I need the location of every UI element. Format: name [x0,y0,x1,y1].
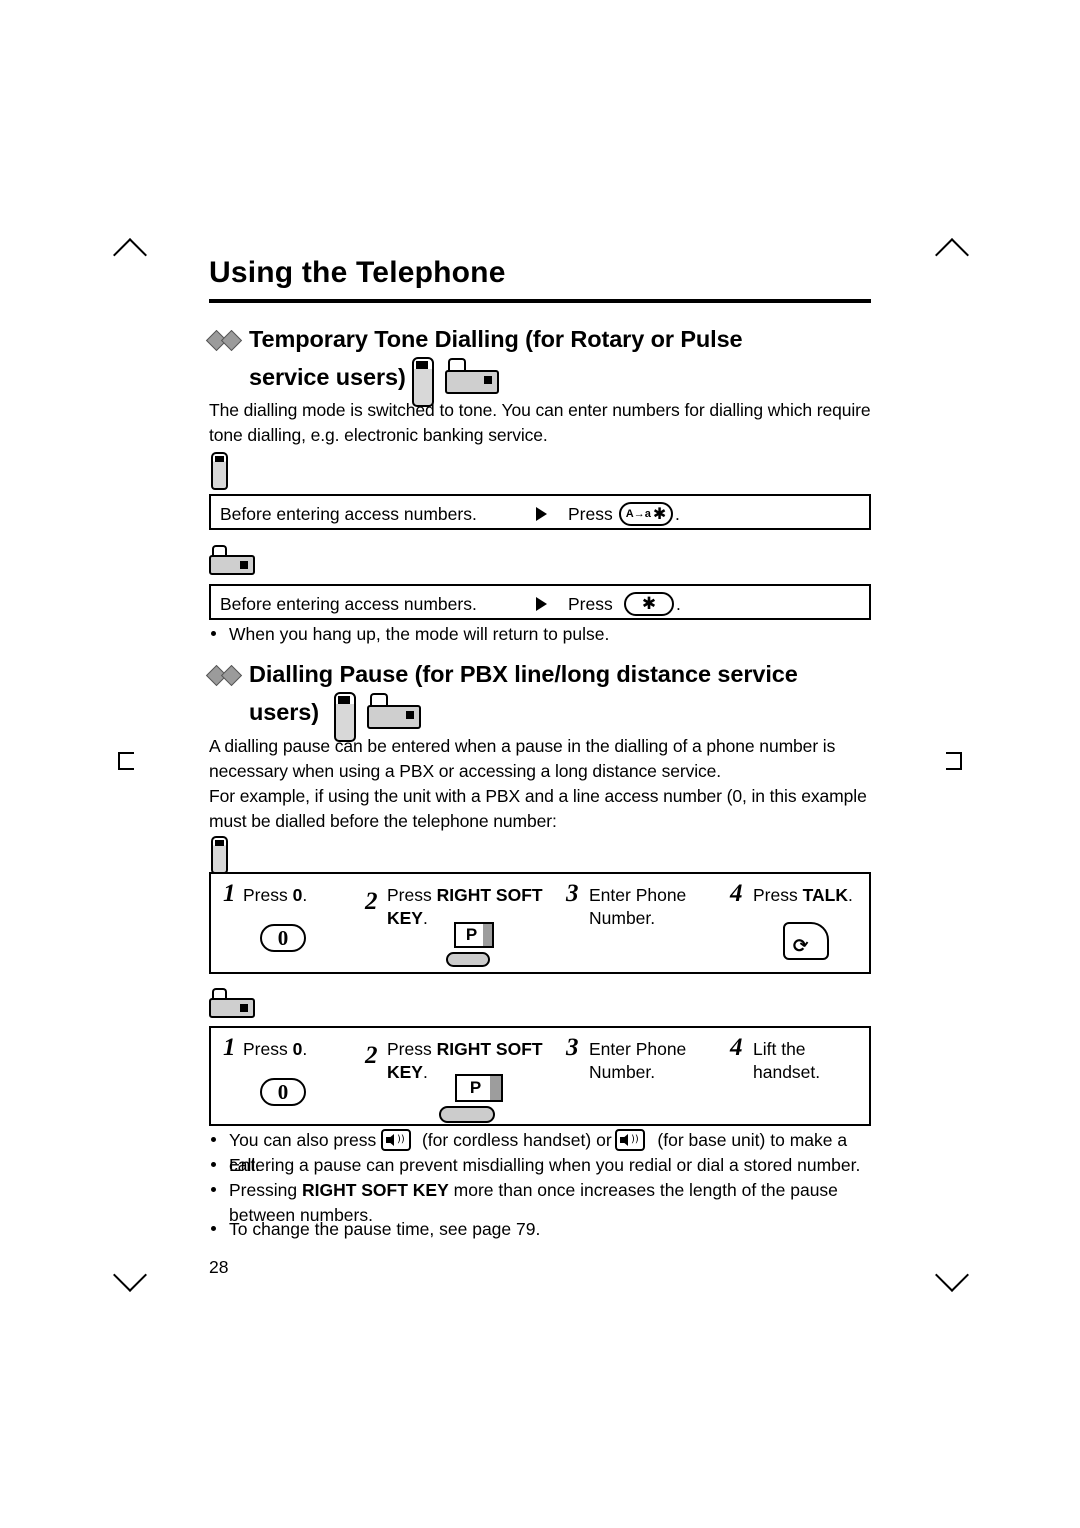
step-text-tail: . [302,885,308,905]
instruction-box-handset-tone: Before entering access numbers. Press A→… [209,494,871,530]
step-box-base-pause: 1 Press 0. 0 2 Press RIGHT SOFT KEY. P 3… [209,1026,871,1126]
note-text-part-b: (for cordless handset) or [421,1130,612,1150]
instruction-period: . [676,594,681,614]
cordless-handset-icon-marker-1 [211,452,228,490]
step-text-tail: . [422,1062,428,1082]
section1-paragraph: The dialling mode is switched to tone. Y… [209,400,871,445]
instruction-period: . [675,504,680,524]
step-number: 4 [730,1034,743,1061]
right-soft-key-icon: P [446,922,500,968]
step-text-plain: Press [243,1039,293,1059]
step-text: Press 0. [243,1038,363,1061]
title-divider [209,299,871,303]
step-number: 2 [365,1042,378,1069]
step-text-bold: 0 [292,885,303,905]
section-bullet-diamonds-2 [205,664,251,687]
crop-mark-top-right [935,238,969,272]
base-unit-icon [445,358,499,394]
step-text-tail: . [302,1039,308,1059]
section2-heading-line2: users) [249,699,319,725]
step-number: 2 [365,888,378,915]
section1-note: When you hang up, the mode will return t… [211,622,871,647]
step-text-plain: Press [387,885,437,905]
step-text: Lift the handset. [753,1039,821,1082]
step-text-bold: TALK [802,885,848,905]
right-soft-key-icon: P [439,1074,505,1123]
note-text-part-a: You can also press [229,1130,377,1150]
step-box-handset-pause: 1 Press 0. 0 2 Press RIGHT SOFT KEY. P 3… [209,872,871,974]
note-text-part-a: Pressing [229,1180,302,1200]
base-unit-icon-marker-1 [209,545,255,575]
speakerphone-icon-base: )) [615,1129,645,1151]
star-key-aa-label: A→a [625,508,651,520]
step-text: Press TALK. [753,884,883,907]
section2-note-4: To change the pause time, see page 79. [211,1217,871,1242]
step-text-tail: . [847,885,853,905]
page-title: Using the Telephone [209,256,506,289]
crop-mark-middle-left [118,752,134,770]
note-text: To change the pause time, see page 79. [229,1219,541,1239]
step-text-plain: Press [753,885,803,905]
speakerphone-icon-handset: )) [381,1129,411,1151]
section1-heading-line1: Temporary Tone Dialling (for Rotary or P… [249,326,743,352]
base-unit-icon-2 [367,693,421,729]
section2-heading-line1: Dialling Pause (for PBX line/long distan… [249,661,798,687]
instruction-press-label: Press [568,504,613,524]
section2-paragraph-2: For example, if using the unit with a PB… [209,786,867,831]
soft-key-p-label: P [469,1078,482,1097]
base-unit-icon-marker-2 [209,988,255,1018]
step-number: 3 [566,1034,579,1061]
zero-key-label: 0 [277,925,289,950]
talk-key-icon: ⟳ [783,922,829,960]
step-text-plain: Press [387,1039,437,1059]
note-text-bold: RIGHT SOFT KEY [301,1180,449,1200]
star-key-icon: A→a ✱ [619,502,673,526]
crop-mark-middle-right [946,752,962,770]
star-glyph: ✱ [641,593,657,614]
section2-note-2: Entering a pause can prevent misdialling… [211,1153,876,1178]
crop-mark-top-left [113,238,147,272]
cordless-handset-icon-marker-2 [211,836,228,874]
soft-key-p-label: P [465,925,478,944]
page-number: 28 [209,1257,229,1277]
star-key-icon: ✱ [624,592,674,616]
zero-key-icon: 0 [260,1078,306,1106]
instruction-condition: Before entering access numbers. [220,594,477,614]
section2-paragraph-1: A dialling pause can be entered when a p… [209,736,836,781]
note-text: When you hang up, the mode will return t… [229,624,610,644]
step-number: 1 [223,1034,236,1061]
instruction-press-label: Press [568,594,613,614]
section1-heading-line2: service users) [249,364,406,390]
step-text-bold: 0 [292,1039,303,1059]
note-text: Entering a pause can prevent misdialling… [229,1155,861,1175]
instruction-box-base-tone: Before entering access numbers. Press ✱ … [209,584,871,620]
step-text: Enter Phone Number. [589,885,687,928]
arrow-right-icon [536,597,547,611]
crop-mark-bottom-right [935,1258,969,1292]
step-number: 4 [730,880,743,907]
step-number: 1 [223,880,236,907]
section-bullet-diamonds [205,329,251,352]
step-text: Enter Phone Number. [589,1039,687,1082]
zero-key-icon: 0 [260,924,306,952]
step-text-tail: . [422,908,428,928]
section-heading-temporary-tone: Temporary Tone Dialling (for Rotary or P… [249,320,869,396]
instruction-condition: Before entering access numbers. [220,504,477,524]
star-glyph: ✱ [652,504,667,523]
zero-key-label: 0 [277,1079,289,1104]
document-page: Using the Telephone Temporary Tone Diall… [0,0,1080,1528]
crop-mark-bottom-left [113,1258,147,1292]
arrow-right-icon [536,507,547,521]
step-number: 3 [566,880,579,907]
step-text: Press 0. [243,884,363,907]
step-text-plain: Press [243,885,293,905]
